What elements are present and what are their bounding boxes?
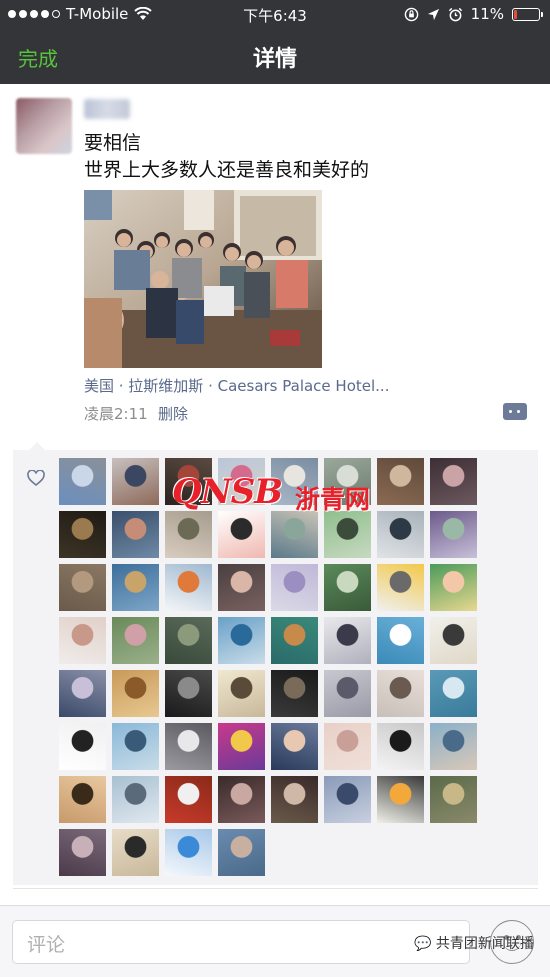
liker-avatar[interactable]: [218, 829, 265, 876]
liker-avatar[interactable]: [324, 723, 371, 770]
username-blurred[interactable]: [84, 99, 130, 119]
liker-avatar[interactable]: [59, 511, 106, 558]
source-label: 共青团新闻联播: [435, 936, 534, 952]
liker-avatar[interactable]: [324, 670, 371, 717]
liker-avatar[interactable]: [271, 511, 318, 558]
liker-avatar[interactable]: [112, 458, 159, 505]
liker-avatar[interactable]: [165, 829, 212, 876]
wechat-icon: 💬: [414, 936, 432, 952]
liker-avatar[interactable]: [59, 723, 106, 770]
liker-avatar[interactable]: [430, 617, 477, 664]
liker-avatar[interactable]: [430, 564, 477, 611]
page-title: 详情: [252, 47, 297, 72]
delete-button[interactable]: 删除: [158, 403, 188, 424]
liker-avatar[interactable]: [377, 458, 424, 505]
liker-avatar[interactable]: [59, 617, 106, 664]
liker-avatar[interactable]: [271, 723, 318, 770]
liker-avatar[interactable]: [59, 829, 106, 876]
liker-avatar[interactable]: [165, 617, 212, 664]
liker-avatar[interactable]: [324, 511, 371, 558]
liker-avatar[interactable]: [112, 723, 159, 770]
heart-icon: [27, 470, 45, 486]
liker-avatar[interactable]: [165, 723, 212, 770]
liker-avatar[interactable]: [165, 776, 212, 823]
liker-avatar[interactable]: [218, 723, 265, 770]
liker-avatar[interactable]: [112, 564, 159, 611]
liker-avatar[interactable]: [324, 776, 371, 823]
watermark-logo: QNSB: [172, 472, 283, 512]
liker-avatar[interactable]: [59, 458, 106, 505]
liker-avatar[interactable]: [430, 670, 477, 717]
liker-avatar[interactable]: [271, 670, 318, 717]
liker-avatar[interactable]: [112, 670, 159, 717]
liker-avatar[interactable]: [112, 776, 159, 823]
liker-avatar[interactable]: [218, 617, 265, 664]
liker-avatar[interactable]: [59, 776, 106, 823]
liker-avatar[interactable]: [165, 564, 212, 611]
status-bar: T-Mobile 下午6:43 11%: [0, 0, 550, 28]
liker-avatar[interactable]: [165, 511, 212, 558]
liker-avatar[interactable]: [59, 670, 106, 717]
top-bar: T-Mobile 下午6:43 11% 完成 详情: [0, 0, 550, 84]
liker-avatar[interactable]: [112, 617, 159, 664]
liker-avatar[interactable]: [218, 776, 265, 823]
liker-avatar[interactable]: [430, 776, 477, 823]
liker-avatar[interactable]: [430, 723, 477, 770]
post-photo[interactable]: [84, 190, 322, 368]
source-watermark: 💬 共青团新闻联播: [414, 933, 534, 953]
post-text-line1: 要相信: [84, 132, 142, 154]
liker-avatar[interactable]: [377, 511, 424, 558]
liker-avatar[interactable]: [112, 511, 159, 558]
liker-avatar[interactable]: [59, 564, 106, 611]
liker-avatar[interactable]: [112, 829, 159, 876]
liker-avatar[interactable]: [377, 670, 424, 717]
liker-avatar[interactable]: [271, 617, 318, 664]
post-text-line2: 世界上大多数人还是善良和美好的: [84, 159, 370, 181]
post-text: 要相信 世界上大多数人还是善良和美好的: [84, 130, 369, 184]
post-time: 凌晨2:11: [84, 405, 148, 423]
location-arrow-icon: [427, 8, 439, 20]
liker-avatar[interactable]: [377, 723, 424, 770]
status-right: 11%: [404, 5, 543, 23]
liker-avatar[interactable]: [430, 511, 477, 558]
liker-avatar[interactable]: [271, 776, 318, 823]
liker-avatar[interactable]: [218, 511, 265, 558]
rotation-lock-icon: [404, 7, 418, 21]
battery-percent: 11%: [470, 5, 504, 23]
liker-avatar[interactable]: [430, 458, 477, 505]
comment-input[interactable]: 评论: [12, 920, 470, 964]
likes-panel: [13, 442, 538, 885]
watermark-text: 浙青网: [295, 485, 371, 514]
liker-avatar[interactable]: [377, 564, 424, 611]
liker-avatar[interactable]: [271, 564, 318, 611]
avatar[interactable]: [16, 98, 72, 154]
likes-grid: [59, 458, 477, 876]
liker-avatar[interactable]: [324, 617, 371, 664]
alarm-icon: [448, 7, 462, 21]
divider: [13, 888, 538, 889]
post-location[interactable]: 美国 · 拉斯维加斯 · Caesars Palace Hotel...: [84, 375, 389, 396]
battery-icon: [512, 7, 543, 21]
liker-avatar[interactable]: [377, 776, 424, 823]
comment-actions-icon[interactable]: [503, 403, 527, 420]
liker-avatar[interactable]: [165, 670, 212, 717]
liker-avatar[interactable]: [218, 564, 265, 611]
liker-avatar[interactable]: [377, 617, 424, 664]
liker-avatar[interactable]: [324, 564, 371, 611]
liker-avatar[interactable]: [218, 670, 265, 717]
